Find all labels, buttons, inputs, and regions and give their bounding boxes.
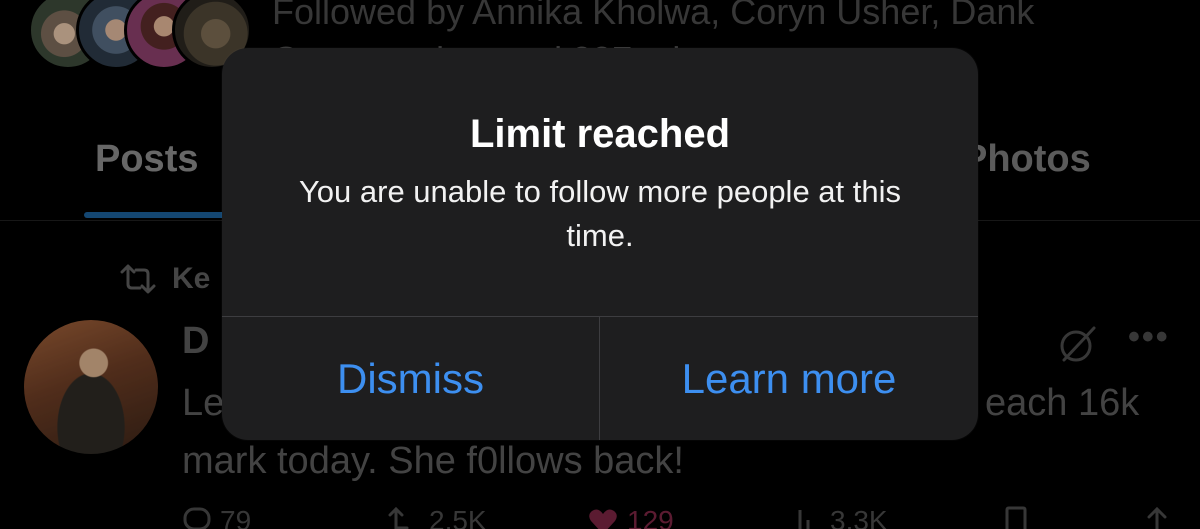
limit-reached-alert: Limit reached You are unable to follow m… — [222, 48, 978, 440]
learn-more-button[interactable]: Learn more — [600, 317, 978, 440]
profile-screen: Followed by Annika Kholwa, Coryn Usher, … — [0, 0, 1200, 529]
alert-title: Limit reached — [469, 112, 731, 156]
alert-content: Limit reached You are unable to follow m… — [222, 48, 978, 316]
dismiss-button[interactable]: Dismiss — [222, 317, 599, 440]
alert-message: You are unable to follow more people at … — [298, 174, 902, 253]
